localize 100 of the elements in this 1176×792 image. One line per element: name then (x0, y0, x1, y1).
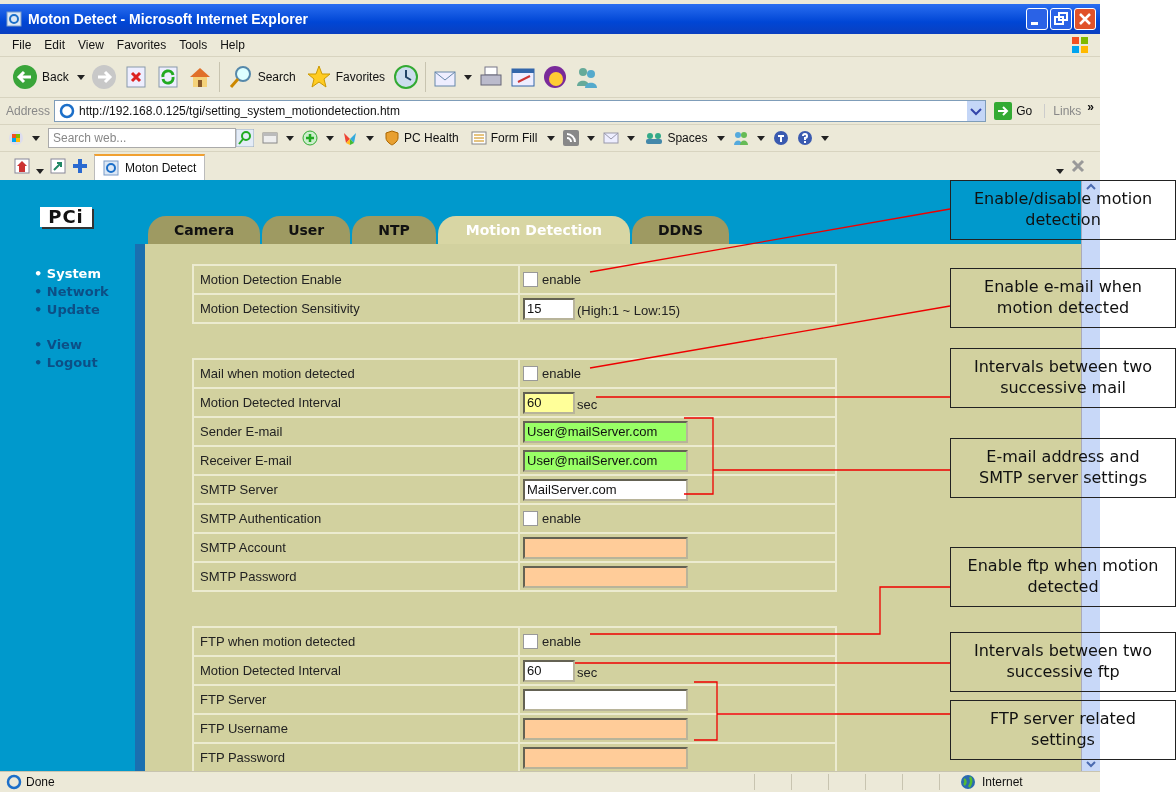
checkbox-label: enable (542, 511, 582, 526)
messenger-icon[interactable] (542, 64, 569, 90)
input-field[interactable]: 60 (523, 391, 575, 414)
unit-label: sec (577, 396, 598, 412)
menu-item[interactable]: Edit (38, 38, 73, 52)
search-icon[interactable] (236, 129, 254, 147)
back-button[interactable]: Back (10, 64, 71, 90)
dropdown-icon[interactable] (967, 101, 986, 121)
spaces-button[interactable]: Spaces (643, 130, 710, 146)
search-button[interactable]: Search (225, 64, 298, 90)
browser-tab[interactable]: Moton Detect (94, 154, 206, 180)
status-text: Done (26, 775, 55, 789)
page-icon (59, 103, 76, 119)
input-field[interactable]: User@mailServer.com (523, 420, 688, 443)
tab-list-icon[interactable] (50, 158, 66, 174)
caret-icon[interactable] (464, 74, 473, 80)
setting-label: Motion Detected Interval (194, 657, 520, 684)
caret-icon[interactable] (32, 135, 40, 141)
input-field[interactable]: MailServer.com (523, 478, 688, 501)
settings-tab[interactable]: DDNS (632, 216, 730, 244)
favorites-button[interactable]: Favorites (303, 64, 388, 90)
input-field[interactable] (523, 536, 688, 559)
history-icon[interactable] (393, 64, 420, 90)
input-field[interactable]: 60 (523, 659, 575, 682)
setting-label: SMTP Account (194, 534, 520, 561)
annotation-callout: E-mail address and SMTP server settings (950, 438, 1176, 498)
zone-label: Internet (982, 775, 1023, 789)
minimize-button[interactable] (1026, 8, 1048, 30)
brand-logo: PCi (40, 207, 92, 227)
input-field[interactable] (523, 565, 688, 588)
new-tab-icon[interactable] (72, 158, 88, 174)
people-icon (645, 130, 664, 146)
caret-icon[interactable] (286, 135, 294, 141)
input-field[interactable] (523, 717, 688, 740)
shield-icon (384, 130, 400, 146)
settings-tab[interactable]: Camera (148, 216, 261, 244)
menu-item[interactable]: File (6, 38, 39, 52)
input-field[interactable]: 15 (523, 297, 575, 320)
checkbox[interactable] (523, 366, 538, 381)
restore-button[interactable] (1050, 8, 1072, 30)
caret-icon[interactable] (717, 135, 726, 141)
browser-icon (6, 11, 22, 27)
caret-icon[interactable] (36, 169, 44, 174)
input-field[interactable] (523, 746, 688, 769)
butterfly-icon[interactable] (342, 130, 358, 146)
page-icon (6, 774, 22, 790)
checkbox[interactable] (523, 272, 538, 287)
caret-icon[interactable] (547, 135, 556, 141)
setting-label: Sender E-mail (194, 418, 520, 445)
caret-icon[interactable] (366, 135, 374, 141)
setting-label: SMTP Password (194, 563, 520, 590)
settings-tab[interactable]: User (262, 216, 351, 244)
help-icon[interactable] (797, 130, 814, 146)
search-icon (227, 64, 254, 90)
menu-item[interactable]: Tools (173, 38, 215, 52)
caret-icon[interactable] (326, 135, 334, 141)
menu-item[interactable]: View (72, 38, 111, 52)
caret-icon[interactable] (76, 74, 85, 80)
address-label: Address (6, 104, 51, 118)
setting-label: SMTP Authentication (194, 505, 520, 532)
setting-label: Motion Detected Interval (194, 389, 520, 416)
input-field[interactable] (523, 688, 688, 711)
caret-icon[interactable] (627, 135, 636, 141)
caret-icon[interactable] (1056, 169, 1064, 174)
star-icon (305, 64, 332, 90)
more-chevron[interactable]: » (1085, 100, 1100, 122)
caret-icon[interactable] (757, 135, 766, 141)
input-field[interactable]: User@mailServer.com (523, 449, 688, 472)
menu-item[interactable]: Favorites (110, 38, 174, 52)
globe-icon (960, 774, 976, 790)
checkbox[interactable] (523, 634, 538, 649)
checkbox[interactable] (523, 511, 538, 526)
checkbox-label: enable (542, 272, 582, 287)
form-icon (470, 130, 487, 146)
minimize-icon (1031, 22, 1038, 25)
windows-logo-icon[interactable] (8, 130, 24, 146)
setting-label: Receiver E-mail (194, 447, 520, 474)
caret-icon[interactable] (587, 135, 596, 141)
setting-label: Motion Detection Sensitivity (194, 295, 520, 322)
setting-label: FTP when motion detected (194, 628, 520, 655)
menu-item[interactable]: Help (214, 38, 252, 52)
pc-health-button[interactable]: PC Health (382, 130, 461, 146)
settings-tab[interactable]: NTP (352, 216, 436, 244)
search-field[interactable]: Search web... (48, 128, 236, 148)
annotation-callout: Enable e-mail when motion detected (950, 268, 1176, 328)
home-icon[interactable] (14, 158, 30, 174)
unit-label: sec (577, 664, 598, 680)
annotation-callout: Enable ftp when motion detected (950, 547, 1176, 607)
setting-label: FTP Password (194, 744, 520, 771)
checkbox-label: enable (542, 634, 582, 649)
caret-icon[interactable] (821, 135, 830, 141)
page-icon (103, 160, 119, 176)
rss-icon[interactable] (563, 130, 580, 146)
annotation-callout: Intervals between two successive mail (950, 348, 1176, 408)
close-button[interactable] (1074, 8, 1096, 30)
address-field[interactable]: http://192.168.0.125/tgi/setting_system_motiondetection.htm (54, 100, 987, 122)
annotation-callout: Intervals between two successive ftp (950, 632, 1176, 692)
setting-label: Mail when motion detected (194, 360, 520, 387)
go-button[interactable]: Go (990, 102, 1041, 120)
form-fill-button[interactable]: Form Fill (468, 130, 540, 146)
